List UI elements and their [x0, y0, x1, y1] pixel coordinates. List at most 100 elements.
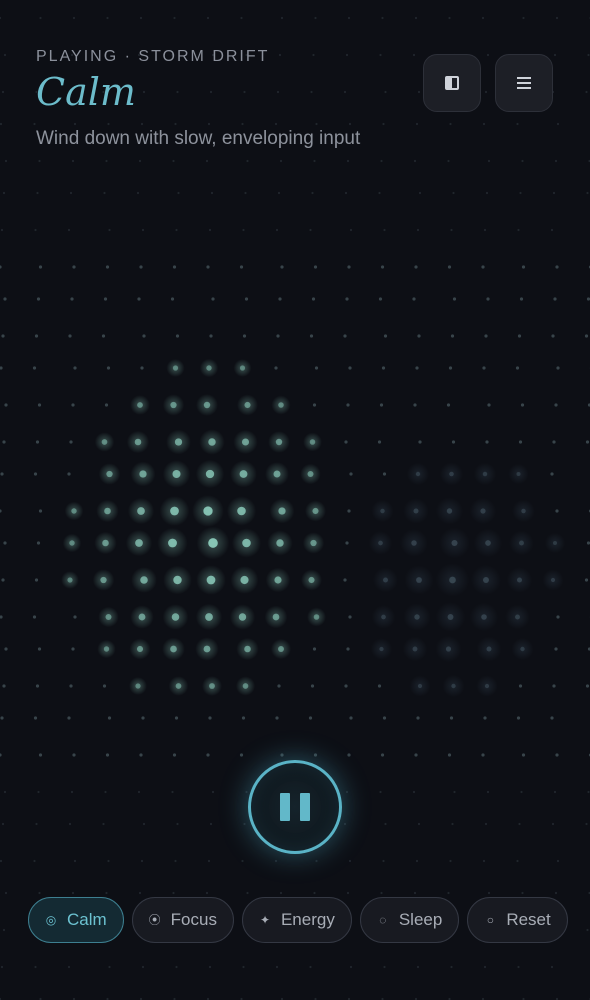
visualizer-dot: [279, 891, 283, 895]
visualizer-dot: [346, 159, 350, 163]
pause-icon-bar: [300, 793, 310, 821]
menu-button[interactable]: [495, 54, 553, 112]
visualizer-dot: [102, 539, 109, 547]
visualizer-dot: [484, 683, 490, 689]
visualizer-dot: [309, 228, 312, 232]
visualizer-dot: [67, 577, 73, 583]
visualizer-dot: [242, 334, 247, 338]
visualizer-dot: [311, 191, 314, 195]
visualizer-dot: [207, 859, 211, 863]
visualizer-dot: [108, 965, 111, 969]
visualizer-dot: [209, 334, 213, 338]
visualizer-dot: [35, 684, 40, 688]
visualizer-dot: [0, 615, 3, 619]
visualizer-dot: [208, 538, 218, 548]
visualizer-dot: [208, 716, 212, 720]
visualizer-dot: [4, 647, 8, 651]
visualizer-dot: [379, 53, 382, 57]
visualizer-dot: [173, 575, 182, 585]
visualizer-dot: [383, 577, 388, 583]
visualizer-dot: [38, 509, 43, 513]
visualizer-dot: [445, 646, 452, 652]
visualizer-dot: [383, 965, 386, 969]
page-title: Calm: [36, 70, 136, 114]
visualizer-dot: [380, 891, 383, 895]
visualizer-dot: [0, 716, 4, 720]
visualizer-dot: [381, 366, 386, 370]
visualizer-dot: [206, 753, 210, 757]
visualizer-dot: [3, 790, 7, 794]
visualizer-dot: [551, 334, 555, 338]
visualizer-dot: [175, 683, 182, 689]
visualizer-dot: [140, 576, 148, 584]
visualizer-dot: [555, 265, 559, 269]
visualizer-dot: [106, 470, 113, 478]
calm-icon: ◎: [45, 913, 57, 927]
visualizer-dot: [0, 265, 2, 269]
mode-chip-sleep[interactable]: ◌ Sleep: [359, 897, 460, 943]
mode-chip-focus[interactable]: ⦿ Focus: [131, 897, 234, 943]
visualizer-dot: [36, 191, 39, 195]
visualizer-dot: [515, 366, 520, 370]
visualizer-dot: [348, 615, 352, 619]
mode-chip-calm[interactable]: ◎ Calm: [28, 897, 124, 943]
visualizer-dot: [68, 334, 72, 338]
visualizer-dot: [1, 334, 5, 338]
visualizer-dot: [314, 366, 319, 370]
visualizer-dot: [552, 440, 556, 444]
visualizer-dot: [3, 297, 7, 301]
visualizer-dot: [244, 297, 249, 301]
visualizer-dot: [447, 265, 452, 269]
visualizer-dot: [205, 159, 209, 163]
visualizer-dot: [554, 159, 558, 163]
visualizer-dot: [242, 538, 251, 548]
visualizer-dot: [38, 265, 43, 269]
visualizer-dot: [141, 716, 145, 720]
visualizer-dot: [418, 440, 422, 444]
mode-chip-energy[interactable]: ✦ Energy: [241, 897, 352, 943]
visualizer-dot: [4, 159, 8, 163]
mode-selector: ◎ Calm ⦿ Focus ✦ Energy ◌ Sleep ○ Reset: [28, 897, 568, 943]
visualizer-dot: [205, 891, 209, 895]
reset-icon: ○: [486, 913, 494, 927]
visualizer-dot: [486, 297, 490, 301]
visualizer-dot: [105, 159, 108, 163]
mode-description: Wind down with slow, enveloping input: [36, 128, 361, 149]
visualizer-dot: [378, 297, 383, 301]
visualizer-dot: [484, 822, 488, 826]
visualizer-dot: [346, 403, 350, 407]
visualizer-dot: [142, 822, 146, 826]
mode-chip-reset[interactable]: ○ Reset: [467, 897, 568, 943]
visualizer-dot: [142, 334, 146, 338]
visualizer-dot: [519, 540, 524, 546]
visualizer-dot: [519, 297, 524, 301]
visualizer-dot: [73, 615, 77, 619]
visualizer-dot: [37, 790, 40, 794]
visualizer-dot: [3, 541, 7, 545]
visualizer-dot: [447, 614, 454, 620]
visualizer-dot: [314, 16, 317, 20]
visualizer-dot: [139, 753, 143, 757]
visualizer-dot: [522, 16, 525, 20]
visualizer-dot: [206, 265, 210, 269]
visualizer-dot: [550, 472, 554, 476]
visualizer-dot: [280, 16, 284, 20]
visualizer-dot: [242, 228, 245, 232]
visualizer-dot: [584, 578, 589, 582]
visualizer-dot: [343, 334, 347, 338]
visualizer-dot: [587, 53, 590, 57]
visualizer-dot: [172, 753, 177, 757]
visualizer-dot: [139, 16, 143, 20]
layout-toggle-button[interactable]: [423, 54, 481, 112]
visualizer-dot: [140, 366, 144, 370]
visualizer-dot: [343, 578, 347, 582]
visualizer-dot: [241, 859, 244, 863]
visualizer-dot: [452, 191, 455, 195]
pause-button[interactable]: [248, 760, 342, 854]
visualizer-dot: [2, 440, 6, 444]
visualizer-dot: [521, 508, 526, 514]
visualizer-dot: [418, 191, 422, 195]
visualizer-dot: [136, 191, 140, 195]
visualizer-dot: [347, 265, 351, 269]
visualizer-dot: [382, 122, 385, 126]
